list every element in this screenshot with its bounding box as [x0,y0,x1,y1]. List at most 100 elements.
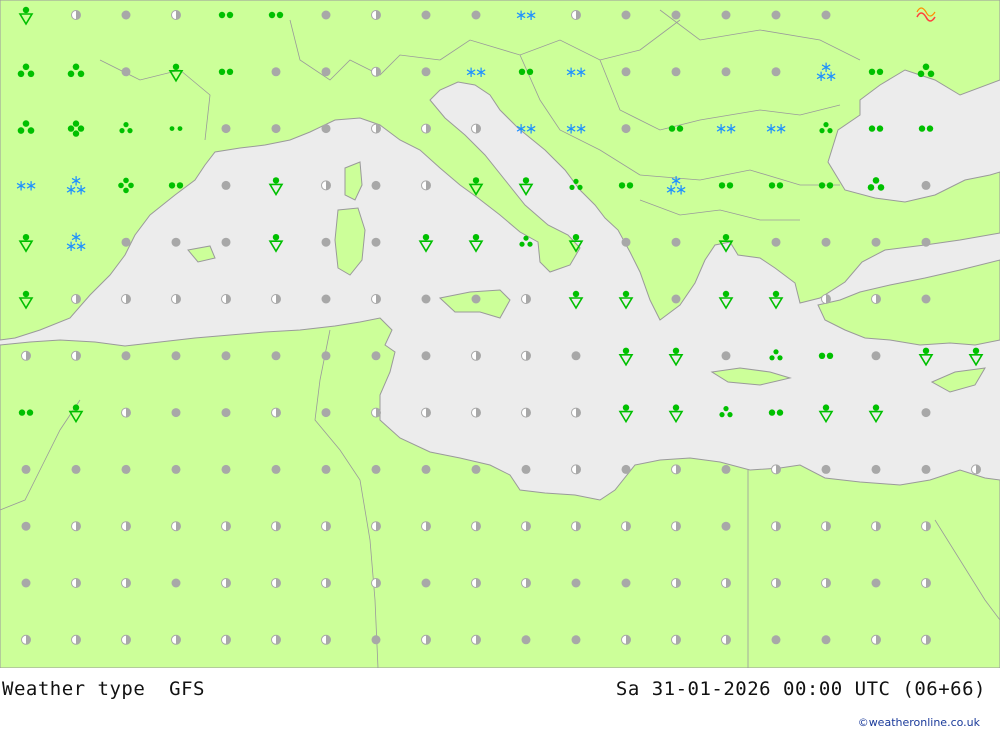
overcast-icon [621,124,631,134]
svg-text:∗: ∗ [75,237,88,255]
overcast-icon [871,464,881,474]
partly-cloudy-icon [771,578,781,588]
snow-icon: ∗∗ [515,6,538,24]
overcast-icon [821,10,831,20]
partly-cloudy-icon [271,294,281,304]
overcast-icon [721,10,731,20]
overcast-icon [321,124,331,134]
overcast-icon [21,521,31,531]
overcast-icon [821,237,831,247]
overcast-icon [621,10,631,20]
overcast-icon [271,464,281,474]
overcast-icon [471,10,481,20]
snow-icon: ∗∗ [565,120,588,138]
partly-cloudy-icon [271,634,281,645]
partly-cloudy-icon [821,294,831,304]
partly-cloudy-icon [721,578,731,588]
overcast-icon [471,464,481,474]
svg-text:∗: ∗ [825,67,838,85]
overcast-icon [321,464,331,474]
overcast-icon [571,635,581,645]
partly-cloudy-icon [371,294,381,304]
partly-cloudy-icon [821,578,831,588]
overcast-icon [921,464,931,474]
partly-cloudy-icon [521,350,531,361]
overcast-icon [771,67,781,77]
overcast-icon [121,464,131,474]
partly-cloudy-icon [371,578,381,588]
overcast-icon [21,464,31,474]
overcast-icon [921,237,931,247]
svg-text:∗: ∗ [575,120,588,138]
overcast-icon [421,294,431,304]
partly-cloudy-icon [321,578,331,588]
overcast-icon [571,351,581,361]
partly-cloudy-icon [521,294,531,304]
partly-cloudy-icon [71,634,81,645]
partly-cloudy-icon [471,350,481,361]
partly-cloudy-icon [371,521,381,532]
partly-cloudy-icon [21,634,31,645]
partly-cloudy-icon [221,578,231,588]
overcast-icon [421,578,431,588]
overcast-icon [221,464,231,474]
partly-cloudy-icon [321,634,331,645]
overcast-icon [921,408,931,418]
partly-cloudy-icon [321,521,331,532]
svg-text:∗: ∗ [475,63,488,81]
overcast-icon [421,464,431,474]
overcast-icon [821,464,831,474]
partly-cloudy-icon [21,350,31,361]
partly-cloudy-icon [371,407,381,418]
partly-cloudy-icon [821,521,831,532]
svg-text:∗: ∗ [75,180,88,198]
partly-cloudy-icon [921,634,931,645]
partly-cloudy-icon [971,464,981,475]
overcast-icon [421,351,431,361]
snow-icon: ∗∗ [715,120,738,138]
partly-cloudy-icon [421,123,431,134]
overcast-icon [21,578,31,588]
overcast-icon [371,351,381,361]
overcast-icon [221,408,231,418]
partly-cloudy-icon [121,634,131,645]
overcast-icon [621,67,631,77]
partly-cloudy-icon [71,350,81,361]
overcast-icon [921,294,931,304]
overcast-icon [371,180,381,190]
partly-cloudy-icon [521,578,531,588]
partly-cloudy-icon [71,578,81,588]
overcast-icon [871,578,881,588]
partly-cloudy-icon [121,521,131,532]
partly-cloudy-icon [71,10,81,20]
partly-cloudy-icon [671,578,681,588]
overcast-icon [221,237,231,247]
partly-cloudy-icon [871,634,881,645]
overcast-icon [321,294,331,304]
overcast-icon [121,10,131,20]
site-credit[interactable]: ©weatheronline.co.uk [858,716,980,729]
overcast-icon [271,67,281,77]
overcast-icon [221,180,231,190]
snow-icon: ∗∗ [765,120,788,138]
partly-cloudy-icon [421,521,431,532]
partly-cloudy-icon [621,634,631,645]
partly-cloudy-icon [121,578,131,588]
overcast-icon [671,10,681,20]
overcast-icon [671,67,681,77]
overcast-icon [371,237,381,247]
overcast-icon [721,521,731,531]
partly-cloudy-icon [671,464,681,475]
partly-cloudy-icon [221,294,231,304]
overcast-icon [771,635,781,645]
overcast-icon [171,464,181,474]
overcast-icon [221,351,231,361]
title-text: Weather type [2,678,146,700]
overcast-icon [821,635,831,645]
partly-cloudy-icon [671,634,681,645]
partly-cloudy-icon [421,634,431,645]
snow-icon: ∗∗ [15,176,38,194]
overcast-icon [171,351,181,361]
partly-cloudy-icon [521,407,531,418]
partly-cloudy-icon [371,10,381,20]
